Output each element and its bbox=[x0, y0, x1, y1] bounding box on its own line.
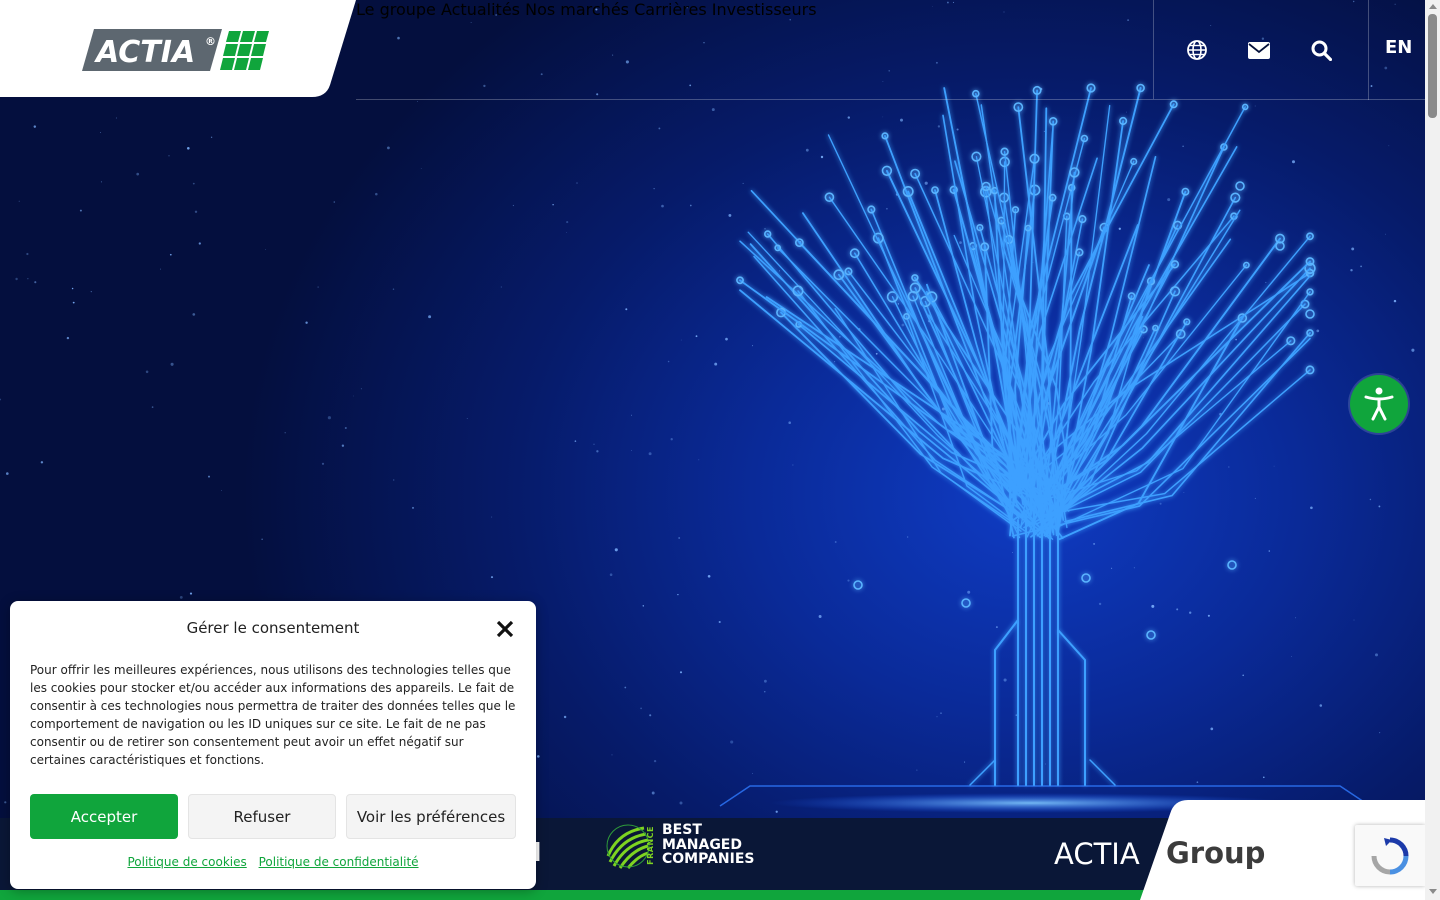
mail-icon[interactable] bbox=[1247, 38, 1271, 62]
logo-text: ACTIA bbox=[94, 35, 195, 70]
bmc-line-best: BEST bbox=[662, 822, 702, 838]
accessibility-button[interactable] bbox=[1350, 375, 1408, 433]
language-switcher: EN bbox=[1368, 0, 1426, 100]
privacy-policy-link[interactable]: Politique de confidentialité bbox=[259, 855, 419, 869]
recaptcha-icon bbox=[1371, 837, 1409, 874]
band-actia-text: ACTIA bbox=[1054, 837, 1140, 871]
bmc-line-managed: MANAGED bbox=[662, 836, 742, 853]
actia-logo[interactable]: ACTIA ® bbox=[82, 29, 276, 71]
accessibility-icon bbox=[1364, 387, 1394, 421]
nav-item-nos-marches[interactable]: Nos marchés bbox=[525, 0, 629, 19]
globe-icon[interactable] bbox=[1185, 38, 1209, 62]
scroll-down-arrow[interactable] bbox=[1429, 889, 1437, 894]
accept-button[interactable]: Accepter bbox=[30, 794, 178, 839]
consent-description: Pour offrir les meilleures expériences, … bbox=[30, 663, 516, 767]
main-nav: Le groupe Actualités Nos marchés Carrièr… bbox=[356, 0, 1153, 100]
consent-title: Gérer le consentement bbox=[186, 619, 360, 637]
nav-item-investisseurs[interactable]: Investisseurs bbox=[712, 0, 817, 19]
cookie-policy-link[interactable]: Politique de cookies bbox=[127, 855, 246, 869]
close-icon[interactable] bbox=[496, 620, 516, 640]
refuse-button[interactable]: Refuser bbox=[188, 794, 336, 839]
bmc-france-text: FRANCE bbox=[646, 826, 655, 865]
language-en-link[interactable]: EN bbox=[1385, 37, 1412, 58]
scroll-up-arrow[interactable] bbox=[1429, 4, 1437, 9]
page-scrollbar[interactable] bbox=[1425, 0, 1440, 900]
nav-item-carrieres[interactable]: Carrières bbox=[634, 0, 707, 19]
recaptcha-badge[interactable] bbox=[1355, 825, 1425, 886]
bmc-wordmark: BEST MANAGED COMPANIES bbox=[662, 823, 755, 867]
header-icon-bar bbox=[1153, 0, 1369, 100]
consent-links: Politique de cookies Politique de confid… bbox=[10, 855, 536, 869]
scroll-thumb[interactable] bbox=[1428, 14, 1437, 118]
search-icon[interactable] bbox=[1309, 38, 1333, 62]
cookie-consent-dialog: Gérer le consentement Pour offrir les me… bbox=[10, 601, 536, 889]
logo-registered-mark: ® bbox=[205, 35, 216, 48]
nav-item-le-groupe[interactable]: Le groupe bbox=[356, 0, 436, 19]
bmc-line-companies: COMPANIES bbox=[662, 851, 755, 867]
preferences-button[interactable]: Voir les préférences bbox=[346, 794, 516, 839]
nav-item-actualites[interactable]: Actualités bbox=[441, 0, 520, 19]
band-group-text: Group bbox=[1166, 836, 1266, 870]
